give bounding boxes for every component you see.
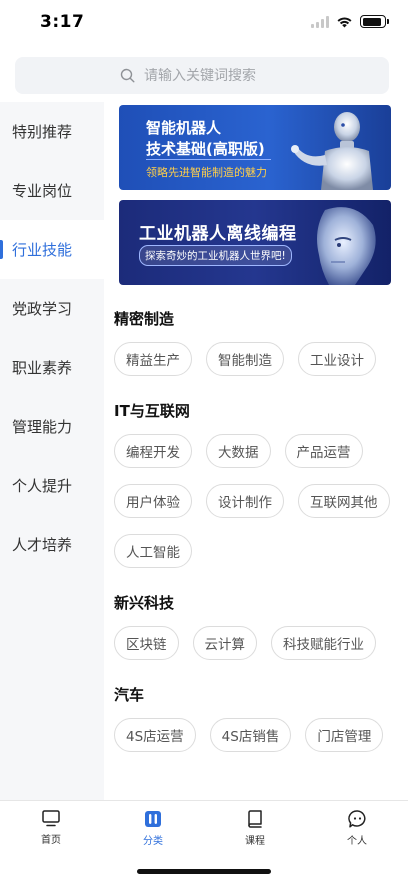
sidebar-item[interactable]: 管理能力 (0, 397, 104, 456)
section-title: IT与互联网 (114, 402, 190, 420)
sidebar-item[interactable]: 行业技能 (0, 220, 104, 279)
tab-label: 首页 (41, 835, 61, 846)
banner-title: 工业机器人离线编程 (139, 224, 297, 244)
sidebar-item[interactable]: 人才培养 (0, 515, 104, 574)
tag-chip[interactable]: 4S店销售 (209, 718, 292, 752)
tag-chip[interactable]: 云计算 (192, 626, 257, 660)
sidebar-item-label: 特别推荐 (12, 123, 73, 141)
tag-chip[interactable]: 科技赋能行业 (271, 626, 376, 660)
tab-label: 个人 (347, 836, 367, 847)
sidebar-item[interactable]: 专业岗位 (0, 161, 104, 220)
sidebar-item-label: 职业素养 (12, 359, 73, 377)
section-title: 精密制造 (114, 310, 175, 328)
sidebar-item-label: 党政学习 (12, 300, 73, 318)
tag-chip[interactable]: 产品运营 (284, 434, 363, 468)
robot-illustration (291, 112, 373, 190)
sidebar-item-label: 人才培养 (12, 536, 73, 554)
search-bar[interactable] (15, 57, 389, 94)
tag-chip[interactable]: 大数据 (206, 434, 271, 468)
book-icon (248, 810, 262, 828)
sidebar-item[interactable]: 职业素养 (0, 338, 104, 397)
search-icon (120, 68, 135, 83)
category-content[interactable]: 智能机器人 技术基础(高职版) 领略先进智能制造的魅力 工业机器人离线编程 探索… (104, 102, 408, 800)
tab-category[interactable]: 分类 (102, 801, 204, 851)
sidebar-item-label: 行业技能 (12, 241, 73, 259)
banner-industrial-robot[interactable]: 工业机器人离线编程 探索奇妙的工业机器人世界吧! (119, 200, 391, 285)
tag-chip[interactable]: 4S店运营 (114, 718, 196, 752)
section-title: 新兴科技 (114, 594, 175, 612)
tag-chip[interactable]: 区块链 (114, 626, 179, 660)
tag-chip[interactable]: 门店管理 (305, 718, 384, 752)
tag-group: 精益生产 智能制造 工业设计 (114, 342, 408, 376)
sidebar-item-label: 专业岗位 (12, 182, 73, 200)
tag-chip[interactable]: 用户体验 (114, 484, 192, 518)
tag-chip[interactable]: 工业设计 (298, 342, 376, 376)
tag-group: 4S店运营 4S店销售 门店管理 (114, 718, 408, 752)
chat-bubble-icon (347, 810, 366, 828)
sidebar-item[interactable]: 党政学习 (0, 279, 104, 338)
sidebar-item[interactable]: 特别推荐 (0, 102, 104, 161)
tab-course[interactable]: 课程 (204, 801, 306, 851)
tag-chip[interactable]: 互联网其他 (298, 484, 390, 518)
battery-fill (362, 17, 382, 26)
sidebar-item[interactable]: 个人提升 (0, 456, 104, 515)
sidebar-item-label: 个人提升 (12, 477, 73, 495)
wifi-icon (337, 17, 352, 27)
tab-label: 分类 (143, 836, 163, 847)
search-input[interactable] (144, 67, 284, 84)
tag-sections: 精密制造精益生产 智能制造 工业设计 IT与互联网编程开发 大数据 产品运营用户体验 设计制… (114, 310, 408, 752)
category-icon (145, 811, 161, 827)
tag-chip[interactable]: 智能制造 (206, 342, 284, 376)
tag-chip[interactable]: 人工智能 (114, 534, 192, 568)
tag-chip[interactable]: 设计制作 (206, 484, 284, 518)
tab-profile[interactable]: 个人 (306, 801, 408, 851)
sidebar-item-label: 管理能力 (12, 418, 73, 436)
banner-subtitle: 探索奇妙的工业机器人世界吧! (139, 245, 292, 266)
tab-home[interactable]: 首页 (0, 801, 102, 851)
battery-icon (360, 15, 389, 28)
home-indicator (137, 869, 271, 874)
banner-intelligent-robot[interactable]: 智能机器人 技术基础(高职版) 领略先进智能制造的魅力 (119, 105, 391, 190)
tag-group: 编程开发 大数据 产品运营用户体验 设计制作 互联网其他人工智能 (114, 434, 408, 568)
status-bar: 3:17 (0, 0, 408, 46)
tab-label: 课程 (245, 836, 265, 847)
cellular-signal-icon (311, 15, 329, 28)
banner-title-line2: 技术基础(高职版) (146, 140, 265, 158)
category-sidebar: 特别推荐专业岗位行业技能党政学习职业素养管理能力个人提升人才培养 (0, 102, 104, 800)
section-title: 汽车 (114, 686, 145, 704)
banner-title: 智能机器人 (146, 119, 222, 137)
tag-group: 区块链 云计算 科技赋能行业 (114, 626, 408, 660)
status-time: 3:17 (40, 12, 85, 32)
tag-chip[interactable]: 精益生产 (114, 342, 192, 376)
status-icons (311, 15, 389, 28)
banner-divider (146, 159, 271, 160)
monitor-icon (42, 810, 60, 827)
robot-head-illustration (317, 207, 376, 285)
tag-chip[interactable]: 编程开发 (114, 434, 192, 468)
banner-subtitle: 领略先进智能制造的魅力 (146, 166, 267, 179)
